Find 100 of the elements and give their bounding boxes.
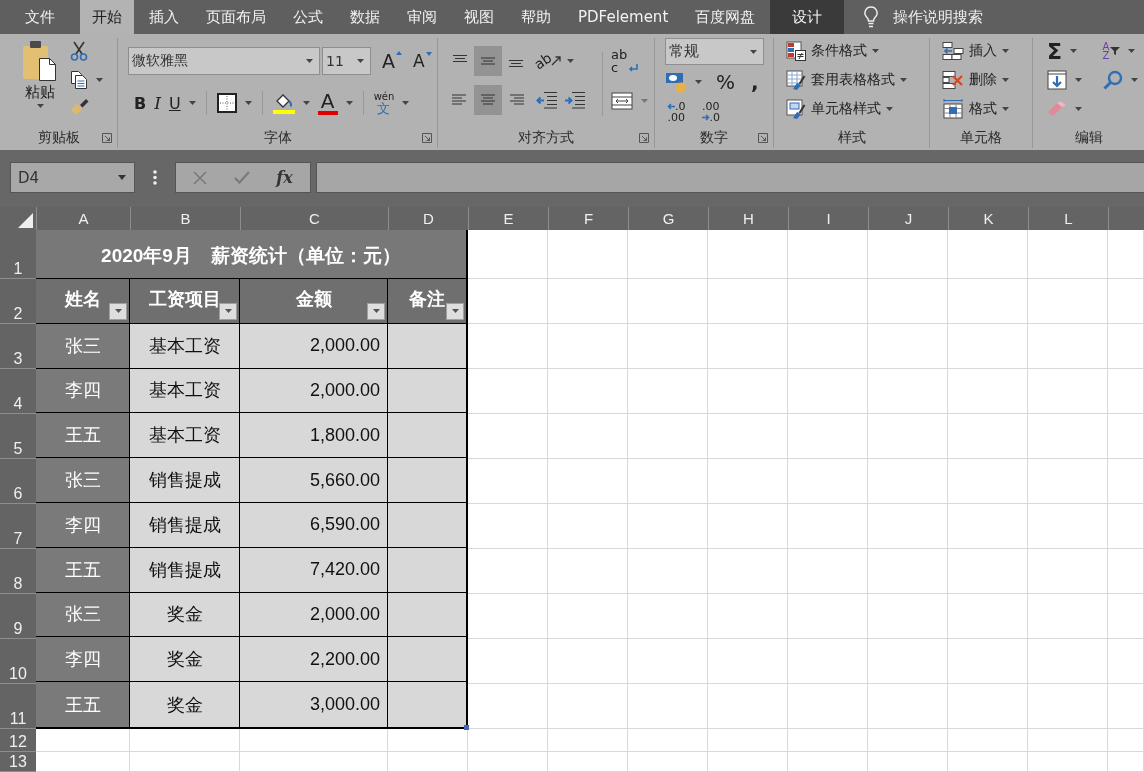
empty-cell[interactable] bbox=[468, 594, 548, 639]
row-header[interactable]: 7 bbox=[0, 504, 36, 549]
row-header[interactable]: 10 bbox=[0, 639, 36, 684]
caret-icon[interactable] bbox=[1075, 78, 1082, 82]
empty-cell[interactable] bbox=[788, 684, 868, 729]
close-icon[interactable] bbox=[193, 170, 208, 185]
empty-cell[interactable] bbox=[1028, 324, 1108, 369]
shrink-font-button[interactable]: A bbox=[413, 51, 432, 71]
caret-icon[interactable] bbox=[402, 101, 410, 105]
empty-cell[interactable] bbox=[948, 279, 1028, 324]
empty-cell[interactable] bbox=[548, 414, 628, 459]
empty-cell[interactable] bbox=[1028, 279, 1108, 324]
row-header[interactable]: 4 bbox=[0, 369, 36, 414]
empty-cell[interactable] bbox=[708, 414, 788, 459]
ribbon-tab[interactable]: 文件 bbox=[13, 0, 67, 34]
empty-cell[interactable] bbox=[868, 230, 948, 279]
ribbon-tab[interactable]: 帮助 bbox=[509, 0, 563, 34]
checkmark-icon[interactable] bbox=[233, 171, 250, 184]
ribbon-menu-button[interactable]: 插入 bbox=[942, 40, 1032, 62]
bold-button[interactable]: B bbox=[134, 93, 147, 113]
empty-cell[interactable] bbox=[628, 279, 708, 324]
number-format-dropdown[interactable]: 常规 bbox=[665, 38, 764, 65]
dialog-launcher-icon[interactable] bbox=[639, 133, 649, 143]
column-header[interactable]: E bbox=[468, 207, 548, 230]
caret-icon[interactable] bbox=[345, 101, 353, 105]
column-header[interactable]: C bbox=[240, 207, 388, 230]
empty-cell[interactable] bbox=[548, 684, 628, 729]
column-header[interactable]: F bbox=[548, 207, 628, 230]
empty-cell[interactable] bbox=[130, 729, 240, 752]
row-header[interactable]: 9 bbox=[0, 594, 36, 639]
caret-icon[interactable] bbox=[188, 101, 196, 105]
empty-cell[interactable] bbox=[708, 639, 788, 684]
autosum-button[interactable]: Σ bbox=[1047, 38, 1063, 64]
empty-cell[interactable] bbox=[548, 369, 628, 414]
filter-button[interactable] bbox=[446, 302, 464, 320]
empty-cell[interactable] bbox=[240, 729, 388, 752]
column-header[interactable]: G bbox=[628, 207, 708, 230]
empty-cell[interactable] bbox=[468, 369, 548, 414]
empty-cell[interactable] bbox=[548, 279, 628, 324]
empty-cell[interactable] bbox=[708, 729, 788, 752]
filter-button[interactable] bbox=[109, 302, 127, 320]
scissors-icon[interactable] bbox=[70, 41, 88, 61]
empty-cell[interactable] bbox=[468, 459, 548, 504]
empty-cell[interactable] bbox=[1108, 279, 1144, 324]
empty-cell[interactable] bbox=[868, 414, 948, 459]
decrease-decimal-button[interactable]: .00 .0 bbox=[699, 101, 722, 123]
empty-cell[interactable] bbox=[868, 279, 948, 324]
grow-font-button[interactable]: A bbox=[382, 50, 402, 72]
empty-cell[interactable] bbox=[1028, 230, 1108, 279]
empty-cell[interactable] bbox=[468, 729, 548, 752]
empty-cell[interactable] bbox=[868, 459, 948, 504]
empty-cell[interactable] bbox=[1028, 684, 1108, 729]
empty-cell[interactable] bbox=[548, 230, 628, 279]
comma-style-button[interactable]: , bbox=[751, 70, 759, 94]
caret-icon[interactable] bbox=[1070, 49, 1078, 53]
empty-cell[interactable] bbox=[948, 414, 1028, 459]
empty-cell[interactable] bbox=[708, 369, 788, 414]
ribbon-tab[interactable]: 开始 bbox=[80, 0, 134, 34]
empty-cell[interactable] bbox=[948, 369, 1028, 414]
ribbon-menu-button[interactable]: 删除 bbox=[942, 69, 1032, 91]
formula-input-field[interactable] bbox=[316, 162, 1144, 193]
empty-cell[interactable] bbox=[948, 324, 1028, 369]
borders-icon[interactable] bbox=[216, 93, 237, 113]
empty-cell[interactable] bbox=[788, 639, 868, 684]
eraser-icon[interactable] bbox=[1047, 101, 1067, 117]
paintbrush-icon[interactable] bbox=[70, 98, 90, 116]
empty-cell[interactable] bbox=[388, 752, 468, 772]
column-header[interactable]: H bbox=[708, 207, 788, 230]
empty-cell[interactable] bbox=[628, 549, 708, 594]
empty-cell[interactable] bbox=[1108, 324, 1144, 369]
empty-cell[interactable] bbox=[548, 594, 628, 639]
empty-cell[interactable] bbox=[868, 639, 948, 684]
ribbon-menu-button[interactable]: 单元格样式 bbox=[786, 98, 929, 120]
empty-cell[interactable] bbox=[1108, 684, 1144, 729]
empty-cell[interactable] bbox=[468, 549, 548, 594]
empty-cell[interactable] bbox=[548, 752, 628, 772]
empty-cell[interactable] bbox=[868, 324, 948, 369]
row-header[interactable]: 1 bbox=[0, 230, 36, 279]
search-icon[interactable] bbox=[1102, 70, 1123, 90]
sort-filter-button[interactable]: A Z bbox=[1102, 42, 1121, 60]
increase-decimal-button[interactable]: .0 .00 bbox=[665, 101, 688, 123]
increase-indent-icon[interactable] bbox=[564, 91, 586, 109]
empty-cell[interactable] bbox=[548, 639, 628, 684]
paste-button[interactable]: 粘贴 bbox=[18, 38, 62, 128]
ribbon-tab[interactable]: 百度网盘 bbox=[683, 0, 768, 34]
empty-cell[interactable] bbox=[708, 230, 788, 279]
column-header[interactable]: A bbox=[36, 207, 130, 230]
empty-cell[interactable] bbox=[708, 684, 788, 729]
ribbon-tab[interactable]: 数据 bbox=[338, 0, 392, 34]
empty-cell[interactable] bbox=[868, 549, 948, 594]
empty-cell[interactable] bbox=[948, 230, 1028, 279]
ribbon-menu-button[interactable]: 格式 bbox=[942, 98, 1032, 120]
empty-cell[interactable] bbox=[468, 639, 548, 684]
caret-icon[interactable] bbox=[641, 99, 648, 103]
empty-cell[interactable] bbox=[1028, 504, 1108, 549]
ribbon-menu-button[interactable]: 条件格式 bbox=[786, 40, 929, 62]
column-header[interactable]: I bbox=[788, 207, 868, 230]
ribbon-menu-button[interactable]: 套用表格格式 bbox=[786, 69, 929, 91]
empty-cell[interactable] bbox=[628, 684, 708, 729]
empty-cell[interactable] bbox=[788, 230, 868, 279]
